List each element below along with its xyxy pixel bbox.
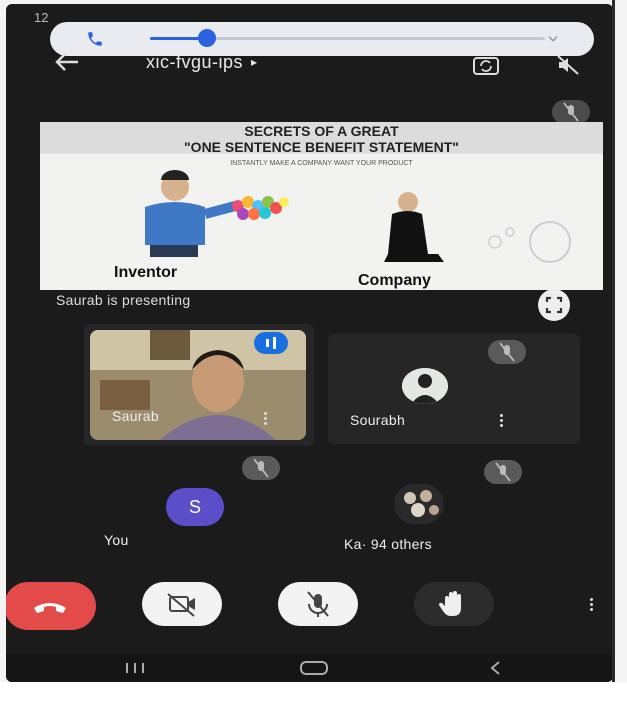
nav-back-icon[interactable] xyxy=(486,658,506,678)
volume-panel xyxy=(50,22,594,56)
camera-switch-icon[interactable] xyxy=(472,54,500,76)
participant-name: You xyxy=(104,532,129,548)
back-arrow-icon[interactable] xyxy=(54,52,80,72)
avatar xyxy=(402,368,448,404)
participant-name: Ka· 94 others xyxy=(344,536,432,552)
mic-off-badge-others xyxy=(484,460,522,484)
nav-recents-icon[interactable] xyxy=(120,658,150,678)
title-chevron: ▸ xyxy=(251,55,258,69)
mic-off-badge xyxy=(488,340,526,364)
speaking-indicator xyxy=(254,332,288,354)
end-call-icon xyxy=(34,603,66,613)
mic-toggle-button[interactable] xyxy=(278,582,358,626)
participant-tile-sourabh[interactable]: Sourabh xyxy=(328,334,580,444)
presenting-status: Saurab is presenting xyxy=(56,292,191,308)
meeting-title[interactable]: xic-fvgu-ips ▸ xyxy=(146,52,258,73)
participant-name: Saurab xyxy=(112,408,159,424)
fullscreen-icon xyxy=(545,296,563,314)
presenter-mic-off-badge xyxy=(552,100,590,124)
photo-margin xyxy=(0,682,627,703)
mic-off-icon xyxy=(253,458,269,478)
raise-hand-icon xyxy=(438,591,461,616)
meet-screen: 12 xic-fvgu-ips ▸ SECRETS OF A GREAT "ONE… xyxy=(6,4,613,682)
volume-knob[interactable] xyxy=(198,29,216,47)
more-vert-icon[interactable] xyxy=(588,596,594,614)
avatar: S xyxy=(166,488,224,526)
avatar-image xyxy=(402,368,448,404)
group-avatar xyxy=(394,484,444,524)
system-nav-bar xyxy=(6,654,613,682)
speaker-off-icon[interactable] xyxy=(556,54,580,76)
volume-fill xyxy=(150,37,205,40)
fullscreen-button[interactable] xyxy=(538,289,570,321)
end-call-button[interactable] xyxy=(6,582,96,630)
mic-off-icon xyxy=(495,462,511,482)
photo-frame-edge xyxy=(612,0,615,703)
status-time: 12 xyxy=(34,10,49,25)
balloon-bouquet xyxy=(232,196,289,220)
raise-hand-button[interactable] xyxy=(414,582,494,626)
group-avatar-image xyxy=(394,484,444,524)
speaking-bars-icon xyxy=(266,337,276,349)
participant-tile-saurab[interactable]: Saurab xyxy=(84,324,314,446)
presentation-slide: SECRETS OF A GREAT "ONE SENTENCE BENEFIT… xyxy=(40,122,603,290)
meeting-code: xic-fvgu-ips xyxy=(146,52,244,72)
more-vert-icon[interactable] xyxy=(498,412,504,430)
slide-label-inventor: Inventor xyxy=(114,264,178,281)
participant-name: Sourabh xyxy=(350,412,406,428)
slide-label-company: Company xyxy=(358,272,431,289)
mic-off-icon xyxy=(563,102,579,122)
mic-off-badge-you xyxy=(242,456,280,480)
chevron-down-icon[interactable] xyxy=(546,32,560,46)
phone-icon xyxy=(88,32,102,46)
camera-off-icon xyxy=(167,593,195,617)
camera-toggle-button[interactable] xyxy=(142,582,222,626)
mic-off-icon xyxy=(307,591,329,617)
nav-home-icon[interactable] xyxy=(296,658,332,678)
mic-off-icon xyxy=(499,342,515,362)
more-vert-icon[interactable] xyxy=(262,410,268,428)
